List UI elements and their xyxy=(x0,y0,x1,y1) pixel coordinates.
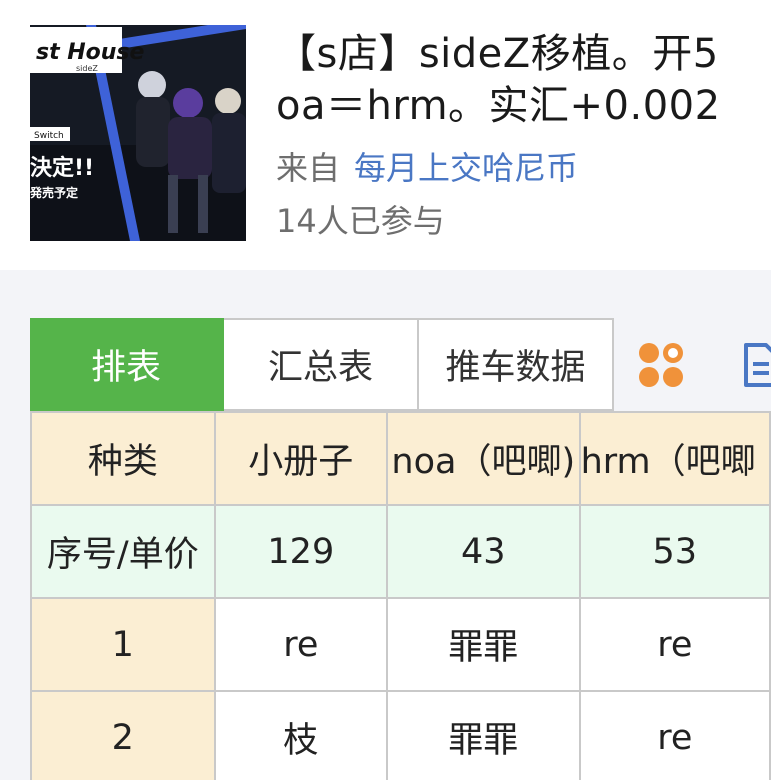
activity-title-line-1: 【s店】sideZ移植。开5 xyxy=(276,31,719,77)
cover-logo-small: sideZ xyxy=(76,64,98,73)
table-cell[interactable]: 1 xyxy=(30,597,216,692)
table-cell[interactable]: re xyxy=(213,597,388,692)
tab-cart-data[interactable]: 推车数据 xyxy=(419,318,614,411)
table-cell[interactable]: 129 xyxy=(213,504,388,599)
source-group-link[interactable]: 每月上交哈尼币 xyxy=(354,149,578,187)
grid-four-icon[interactable] xyxy=(636,340,686,390)
table-row: 1 re 罪罪 re xyxy=(30,597,771,692)
sheet-area: 排表 汇总表 推车数据 种类 小册子 noa（吧唧) hrm（吧唧 序号/单价 … xyxy=(0,270,771,780)
source-prefix: 来自 xyxy=(276,149,341,187)
activity-header: st House sideZ Switch 決定!! 発売予定 【s店】side… xyxy=(0,0,771,270)
table-row: 2 枝 罪罪 re xyxy=(30,690,771,780)
table-price-row: 序号/单价 129 43 53 xyxy=(30,504,771,599)
tab-schedule[interactable]: 排表 xyxy=(30,318,224,411)
table-cell[interactable]: 43 xyxy=(385,504,581,599)
table-cell[interactable]: noa（吧唧) xyxy=(385,411,581,506)
table-cell[interactable]: 小册子 xyxy=(213,411,388,506)
source-row: 来自 每月上交哈尼币 xyxy=(276,146,578,190)
cover-switch-label: Switch xyxy=(34,131,64,141)
sheet-tabs: 排表 汇总表 推车数据 xyxy=(30,318,614,411)
table-cell[interactable]: 2 xyxy=(30,690,216,780)
tab-summary[interactable]: 汇总表 xyxy=(224,318,419,411)
cover-release-text: 発売予定 xyxy=(30,185,78,200)
document-icon[interactable] xyxy=(742,342,771,388)
cover-artwork: st House sideZ Switch 決定!! 発売予定 xyxy=(30,25,246,241)
table-cell[interactable]: hrm（吧唧 xyxy=(578,411,771,506)
table-cell[interactable]: 罪罪 xyxy=(385,597,581,692)
participant-count: 14人已参与 xyxy=(276,202,445,240)
table-header-row: 种类 小册子 noa（吧唧) hrm（吧唧 xyxy=(30,411,771,506)
cover-logo-text: st House xyxy=(36,40,145,65)
cover-decide-text: 決定!! xyxy=(30,155,94,181)
schedule-table: 种类 小册子 noa（吧唧) hrm（吧唧 序号/单价 129 43 53 1 … xyxy=(30,411,771,780)
table-cell[interactable]: 种类 xyxy=(30,411,216,506)
table-cell[interactable]: 序号/单价 xyxy=(30,504,216,599)
table-cell[interactable]: 枝 xyxy=(213,690,388,780)
table-cell[interactable]: 罪罪 xyxy=(385,690,581,780)
table-cell[interactable]: 53 xyxy=(578,504,771,599)
table-cell[interactable]: re xyxy=(578,690,771,780)
cover-image[interactable]: st House sideZ Switch 決定!! 発売予定 xyxy=(30,25,246,241)
activity-title-line-2: oa＝hrm。实汇+0.002 xyxy=(276,83,721,129)
table-cell[interactable]: re xyxy=(578,597,771,692)
